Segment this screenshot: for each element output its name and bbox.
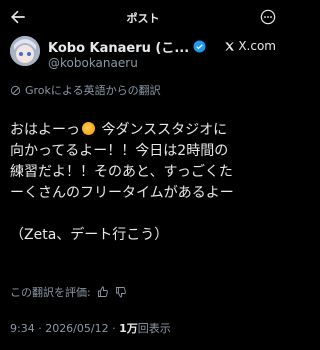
translation-label: Grokによる英語からの翻訳 [25, 84, 161, 97]
sun-emoji-icon [82, 122, 95, 135]
verified-badge-icon [193, 40, 206, 52]
avatar[interactable] [10, 36, 40, 66]
translation-rating: この翻訳を評価: [10, 284, 127, 300]
view-count: 1万 [119, 322, 138, 335]
post-author: Kobo Kanaeru (こ... @kobokanaeru X.com [10, 36, 276, 76]
grok-icon [10, 85, 21, 95]
page-title: ポスト [126, 12, 160, 25]
post-timestamp[interactable]: 9:34 · 2026/05/12 · [10, 322, 119, 335]
x-com-link[interactable]: X.com [224, 39, 276, 53]
thumbs-down-icon[interactable] [115, 286, 127, 298]
more-options-icon[interactable] [260, 9, 276, 25]
translation-notice[interactable]: Grokによる英語からの翻訳 [10, 82, 161, 98]
x-com-label: X.com [238, 39, 276, 53]
x-logo-icon [225, 41, 235, 51]
post-text-rest: 向かってるよー！！今日は2時間の 練習だよ！！そのあと、すっごくた ーくさんのフ… [10, 143, 234, 243]
author-handle[interactable]: @kobokanaeru [48, 56, 138, 70]
view-label: 回表示 [137, 322, 171, 335]
thumbs-up-icon[interactable] [97, 286, 109, 298]
rating-label: この翻訳を評価: [10, 286, 91, 299]
author-name-row[interactable]: Kobo Kanaeru (こ... [48, 38, 206, 56]
post-text-start: おはよーっ [10, 122, 80, 138]
avatar-image [10, 36, 40, 66]
post-text-line1: 今ダンススタジオに [97, 122, 228, 138]
post-metadata: 9:34 · 2026/05/12 · 1万回表示 [10, 320, 171, 336]
author-name: Kobo Kanaeru (こ... [48, 40, 190, 56]
top-bar: ポスト [0, 0, 286, 34]
post-body: おはよーっ 今ダンススタジオに 向かってるよー！！今日は2時間の 練習だよ！！そ… [10, 120, 280, 246]
